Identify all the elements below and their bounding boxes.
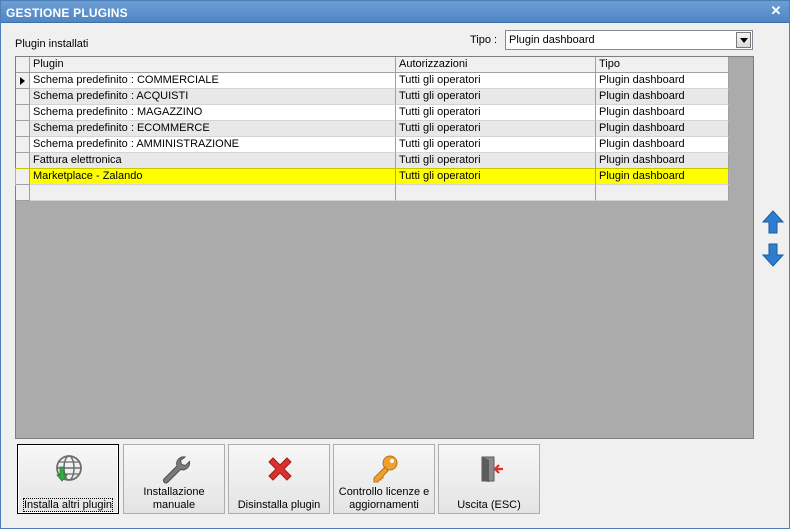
cell-tipo[interactable]: Plugin dashboard — [596, 121, 729, 137]
wrench-icon — [163, 456, 191, 484]
row-indicator — [16, 105, 30, 121]
window-title: GESTIONE PLUGINS — [6, 6, 128, 20]
column-header-plugin[interactable]: Plugin — [30, 57, 396, 73]
plugins-grid[interactable]: Plugin Autorizzazioni Tipo Schema predef… — [15, 56, 754, 439]
column-header-tipo[interactable]: Tipo — [596, 57, 729, 73]
globe-download-icon — [56, 455, 82, 482]
cell-plugin[interactable]: Fattura elettronica — [30, 153, 396, 169]
license-check-button[interactable]: Controllo licenze e aggiornamenti — [333, 444, 435, 514]
cell-tipo[interactable]: Plugin dashboard — [596, 137, 729, 153]
exit-label: Uscita (ESC) — [457, 499, 521, 511]
cell-autorizzazioni[interactable]: Tutti gli operatori — [396, 105, 596, 121]
move-up-button[interactable] — [761, 209, 785, 235]
cell-tipo[interactable]: Plugin dashboard — [596, 105, 729, 121]
table-row[interactable]: Schema predefinito : ECOMMERCE Tutti gli… — [16, 121, 729, 137]
tipo-select-value: Plugin dashboard — [509, 34, 595, 46]
cell-autorizzazioni[interactable]: Tutti gli operatori — [396, 121, 596, 137]
plugin-manager-window: GESTIONE PLUGINS ✕ Plugin installati Tip… — [0, 0, 790, 529]
arrow-down-icon — [761, 243, 785, 267]
row-indicator — [16, 121, 30, 137]
cell-tipo[interactable]: Plugin dashboard — [596, 153, 729, 169]
move-down-button[interactable] — [761, 242, 785, 268]
row-indicator — [16, 169, 30, 185]
cell-plugin[interactable]: Schema predefinito : COMMERCIALE — [30, 73, 396, 89]
cell-plugin[interactable]: Schema predefinito : ECOMMERCE — [30, 121, 396, 137]
installed-plugins-label: Plugin installati — [15, 38, 89, 50]
cell-plugin[interactable]: Schema predefinito : ACQUISTI — [30, 89, 396, 105]
table-row[interactable]: Fattura elettronica Tutti gli operatori … — [16, 153, 729, 169]
manual-install-label-line1: Installazione — [143, 486, 205, 498]
arrow-up-icon — [761, 210, 785, 234]
cell-autorizzazioni-empty[interactable] — [396, 185, 596, 201]
uninstall-plugin-button[interactable]: Disinstalla plugin — [228, 444, 330, 514]
row-indicator — [16, 185, 30, 201]
cell-autorizzazioni[interactable]: Tutti gli operatori — [396, 169, 596, 185]
red-x-icon — [268, 457, 292, 481]
cell-plugin-empty[interactable] — [30, 185, 396, 201]
cell-autorizzazioni[interactable]: Tutti gli operatori — [396, 73, 596, 89]
license-check-label-line1: Controllo licenze e — [338, 486, 430, 498]
cell-autorizzazioni[interactable]: Tutti gli operatori — [396, 137, 596, 153]
cell-tipo[interactable]: Plugin dashboard — [596, 89, 729, 105]
manual-install-label-line2: manuale — [152, 499, 196, 511]
install-more-plugins-label: Installa altri plugin — [22, 498, 114, 512]
cell-autorizzazioni[interactable]: Tutti gli operatori — [396, 89, 596, 105]
license-check-label-line2: aggiornamenti — [349, 499, 419, 511]
column-header-autorizzazioni[interactable]: Autorizzazioni — [396, 57, 596, 73]
uninstall-plugin-label: Disinstalla plugin — [237, 499, 321, 511]
cell-tipo[interactable]: Plugin dashboard — [596, 73, 729, 89]
table-row[interactable]: Schema predefinito : ACQUISTI Tutti gli … — [16, 89, 729, 105]
table-row[interactable]: Schema predefinito : AMMINISTRAZIONE Tut… — [16, 137, 729, 153]
grid-header: Plugin Autorizzazioni Tipo — [16, 57, 729, 73]
exit-door-icon — [481, 456, 503, 482]
table-row[interactable]: Schema predefinito : MAGAZZINO Tutti gli… — [16, 105, 729, 121]
cell-tipo[interactable]: Plugin dashboard — [596, 169, 729, 185]
cell-plugin[interactable]: Schema predefinito : AMMINISTRAZIONE — [30, 137, 396, 153]
table-row-new[interactable] — [16, 185, 729, 201]
header-indicator — [16, 57, 30, 73]
row-indicator — [16, 89, 30, 105]
manual-install-button[interactable]: Installazione manuale — [123, 444, 225, 514]
cell-plugin[interactable]: Marketplace - Zalando — [30, 169, 396, 185]
key-icon — [373, 455, 398, 483]
table-row-highlighted[interactable]: Marketplace - Zalando Tutti gli operator… — [15, 168, 730, 186]
row-indicator — [16, 153, 30, 169]
table-row[interactable]: Schema predefinito : COMMERCIALE Tutti g… — [16, 73, 729, 89]
row-indicator — [16, 137, 30, 153]
tipo-select[interactable]: Plugin dashboard — [505, 30, 753, 50]
cell-plugin[interactable]: Schema predefinito : MAGAZZINO — [30, 105, 396, 121]
row-pointer-icon — [16, 73, 30, 89]
close-button[interactable]: ✕ — [769, 4, 783, 18]
cell-autorizzazioni[interactable]: Tutti gli operatori — [396, 153, 596, 169]
exit-button[interactable]: Uscita (ESC) — [438, 444, 540, 514]
cell-tipo-empty[interactable] — [596, 185, 729, 201]
install-more-plugins-button[interactable]: Installa altri plugin — [17, 444, 119, 514]
title-bar: GESTIONE PLUGINS ✕ — [1, 1, 789, 23]
tipo-label: Tipo : — [470, 34, 498, 46]
chevron-down-icon[interactable] — [736, 32, 751, 48]
